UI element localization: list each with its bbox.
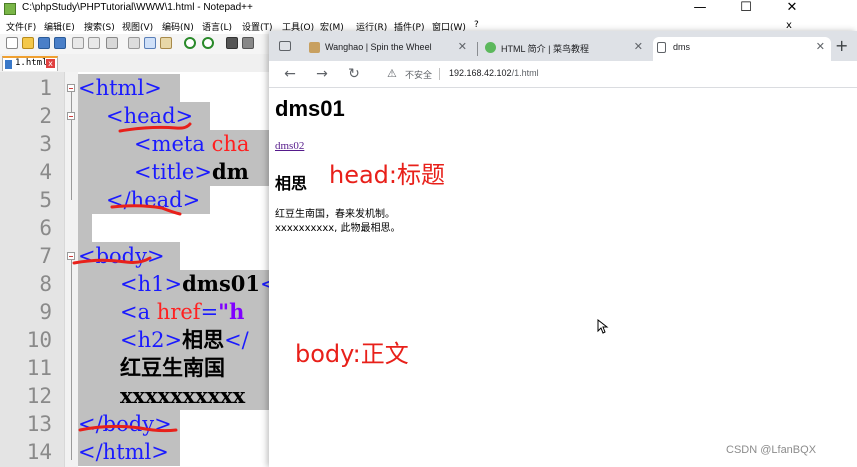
underline-head-close [110, 204, 182, 216]
page-icon [657, 42, 666, 53]
poem-paragraph: 红豆生南国，春来发机制。 xxxxxxxxxx, 此物最相思。 [275, 209, 401, 234]
browser-tab-wanghao[interactable]: Wanghao | Spin the Wheel ✕ [305, 37, 473, 61]
close-button[interactable]: ✕ [769, 0, 815, 16]
title-bar: C:\phpStudy\PHPTutorial\WWW\1.html - Not… [0, 0, 857, 18]
menu-settings[interactable]: 设置(T) [242, 20, 273, 33]
print-icon[interactable] [106, 37, 118, 49]
paste-icon[interactable] [160, 37, 172, 49]
red-annotation-underlines [72, 122, 192, 433]
forward-button[interactable]: → [313, 65, 331, 83]
menu-encoding[interactable]: 编码(N) [162, 20, 194, 33]
browser-tab-strip: Wanghao | Spin the Wheel ✕ HTML 简介 | 菜鸟教… [269, 31, 857, 61]
underline-head-open [118, 122, 192, 133]
page-heading-h2: 相思 [275, 174, 308, 193]
close-tab-icon[interactable]: ✕ [634, 40, 643, 53]
runoob-icon [485, 42, 496, 53]
new-tab-button[interactable]: + [835, 36, 848, 55]
wheel-icon [309, 42, 320, 53]
page-heading-h1: dms01 [275, 96, 345, 121]
body-annotation: body:正文 [295, 340, 409, 368]
browser-toolbar: ← → ↻ ⚠ 不安全 192.168.42.102/1.html [269, 61, 857, 88]
tab-title: Wanghao | Spin the Wheel [325, 42, 432, 52]
watermark: CSDN @LfanBQX [726, 444, 817, 456]
undo-icon[interactable] [184, 37, 196, 49]
close-file-icon[interactable] [72, 37, 84, 49]
reload-button[interactable]: ↻ [345, 65, 363, 83]
copy-icon[interactable] [144, 37, 156, 49]
maximize-button[interactable]: ☐ [723, 0, 769, 16]
browser-tab-dms[interactable]: dms ✕ [653, 37, 831, 61]
tab-title: dms [673, 42, 691, 52]
code-editor[interactable]: 1 2 3 4 5 6 7 8 9 10 11 12 13 14 <html> … [0, 72, 270, 467]
underline-body-close [78, 424, 178, 433]
menu-language[interactable]: 语言(L) [202, 20, 232, 33]
new-file-icon[interactable] [6, 37, 18, 49]
head-annotation: head:标题 [329, 161, 446, 189]
tab-label: 1.html [15, 58, 48, 68]
mouse-cursor-icon [597, 319, 609, 334]
menu-help[interactable]: ? [474, 20, 479, 30]
dms02-link[interactable]: dms02 [275, 140, 304, 152]
close-tab-icon[interactable]: ✕ [816, 40, 825, 53]
close-document-button[interactable]: x [786, 20, 792, 31]
url-text[interactable]: 192.168.42.102/1.html [449, 68, 539, 78]
menu-edit[interactable]: 编辑(E) [44, 20, 75, 33]
replace-icon[interactable] [242, 37, 254, 49]
warning-icon[interactable]: ⚠ [387, 67, 397, 80]
find-icon[interactable] [226, 37, 238, 49]
security-label[interactable]: 不安全 [405, 68, 432, 81]
save-all-icon[interactable] [54, 37, 66, 49]
tab-actions-icon[interactable] [279, 41, 291, 51]
save-icon[interactable] [38, 37, 50, 49]
menu-file[interactable]: 文件(F) [6, 20, 36, 33]
minimize-button[interactable]: — [677, 0, 723, 16]
tab-title: HTML 简介 | 菜鸟教程 [501, 44, 590, 54]
tab-divider [477, 42, 478, 56]
back-button[interactable]: ← [281, 65, 299, 83]
close-all-icon[interactable] [88, 37, 100, 49]
close-tab-icon[interactable]: x [46, 59, 55, 68]
toolbar [0, 34, 270, 55]
menu-search[interactable]: 搜索(S) [84, 20, 115, 33]
url-path: /1.html [511, 68, 539, 78]
window-title: C:\phpStudy\PHPTutorial\WWW\1.html - Not… [22, 2, 253, 13]
address-bar[interactable]: ⚠ 不安全 192.168.42.102/1.html [373, 64, 843, 84]
close-tab-icon[interactable]: ✕ [458, 40, 467, 53]
cut-icon[interactable] [128, 37, 140, 49]
open-folder-icon[interactable] [22, 37, 34, 49]
menu-view[interactable]: 视图(V) [122, 20, 153, 33]
redo-icon[interactable] [202, 37, 214, 49]
url-host: 192.168.42.102 [449, 68, 512, 78]
tab-1-html[interactable]: 1.html x [2, 56, 58, 71]
notepad-icon [4, 3, 16, 15]
address-divider [439, 68, 440, 80]
document-tabs: 1.html x [0, 54, 270, 73]
page-content: dms01 dms02 相思 红豆生南国，春来发机制。 xxxxxxxxxx, … [269, 88, 857, 467]
file-icon [5, 60, 12, 69]
underline-body-open [72, 256, 152, 265]
browser-window: Wanghao | Spin the Wheel ✕ HTML 简介 | 菜鸟教… [269, 31, 857, 467]
browser-tab-runoob[interactable]: HTML 简介 | 菜鸟教程 ✕ [481, 37, 649, 61]
